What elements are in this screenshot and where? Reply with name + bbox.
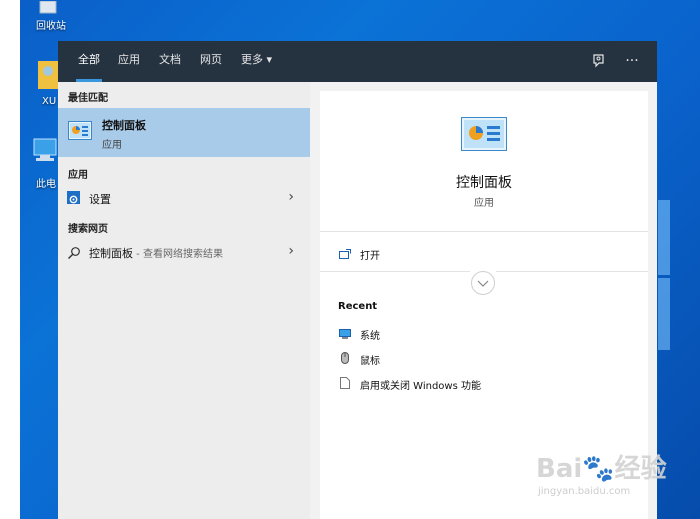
recent-item-windows-features[interactable]: 启用或关闭 Windows 功能 [338, 377, 481, 392]
web-search-item[interactable]: 控制面板 - 查看网络搜索结果 › [58, 240, 310, 264]
tab-apps[interactable]: 应用 [118, 41, 140, 82]
recent-heading: Recent [338, 301, 378, 312]
best-match-heading: 最佳匹配 [68, 93, 108, 104]
wallpaper-light-pane [658, 278, 670, 350]
best-match-title: 控制面板 [102, 119, 146, 132]
control-panel-icon [68, 121, 92, 140]
tab-documents[interactable]: 文档 [159, 41, 181, 82]
best-match-item[interactable]: 控制面板 应用 [58, 108, 310, 157]
apps-heading: 应用 [68, 170, 88, 181]
chevron-right-icon[interactable]: › [288, 243, 294, 259]
settings-icon [67, 191, 80, 204]
open-action-label: 打开 [360, 251, 380, 262]
mouse-icon [338, 352, 352, 367]
search-tab-bar: 全部 应用 文档 网页 更多 ▾ ··· [58, 41, 657, 82]
recent-item-label: 启用或关闭 Windows 功能 [360, 381, 481, 392]
wallpaper-light-pane [658, 200, 670, 275]
best-match-subtitle: 应用 [102, 140, 122, 151]
tab-web[interactable]: 网页 [200, 41, 222, 82]
web-search-query: 控制面板 [89, 247, 133, 260]
tab-more[interactable]: 更多 ▾ [241, 41, 272, 82]
chevron-right-icon[interactable]: › [288, 189, 294, 205]
expand-button[interactable] [470, 271, 496, 297]
divider [320, 231, 648, 232]
recycle-bin-icon[interactable] [36, 0, 62, 14]
web-search-heading: 搜索网页 [68, 224, 108, 235]
detail-subtitle: 应用 [474, 198, 494, 209]
user-folder-icon[interactable] [38, 57, 58, 91]
watermark-url: jingyan.baidu.com [538, 486, 631, 497]
open-icon [338, 249, 352, 262]
this-pc-icon[interactable] [32, 135, 58, 165]
results-list: 最佳匹配 控制面板 应用 应用 设置 › 搜索网页 控制面板 - 查看网络搜索结… [58, 82, 310, 519]
recent-item-mouse[interactable]: 鼠标 [338, 352, 380, 367]
app-item-settings[interactable]: 设置 › [58, 186, 310, 210]
recent-item-label: 鼠标 [360, 356, 380, 367]
tab-all[interactable]: 全部 [76, 41, 102, 82]
app-item-label: 设置 [89, 193, 111, 206]
document-icon [338, 377, 352, 392]
more-options-icon[interactable]: ··· [622, 51, 642, 71]
search-icon [67, 245, 81, 259]
desktop-label-user-folder: XU [42, 96, 57, 107]
recent-item-label: 系统 [360, 331, 380, 342]
desktop-label-recycle-bin: 回收站 [36, 21, 66, 32]
control-panel-large-icon [461, 117, 507, 151]
desktop-label-this-pc: 此电 [36, 179, 56, 190]
system-icon [338, 329, 352, 342]
recent-item-system[interactable]: 系统 [338, 327, 380, 342]
watermark-logo: Bai🐾经验 [536, 454, 667, 484]
feedback-icon[interactable] [589, 51, 609, 71]
open-action[interactable]: 打开 [338, 247, 380, 262]
web-search-label: 控制面板 - 查看网络搜索结果 [89, 245, 223, 261]
detail-title: 控制面板 [456, 175, 512, 191]
web-search-suffix: - 查看网络搜索结果 [133, 249, 223, 260]
